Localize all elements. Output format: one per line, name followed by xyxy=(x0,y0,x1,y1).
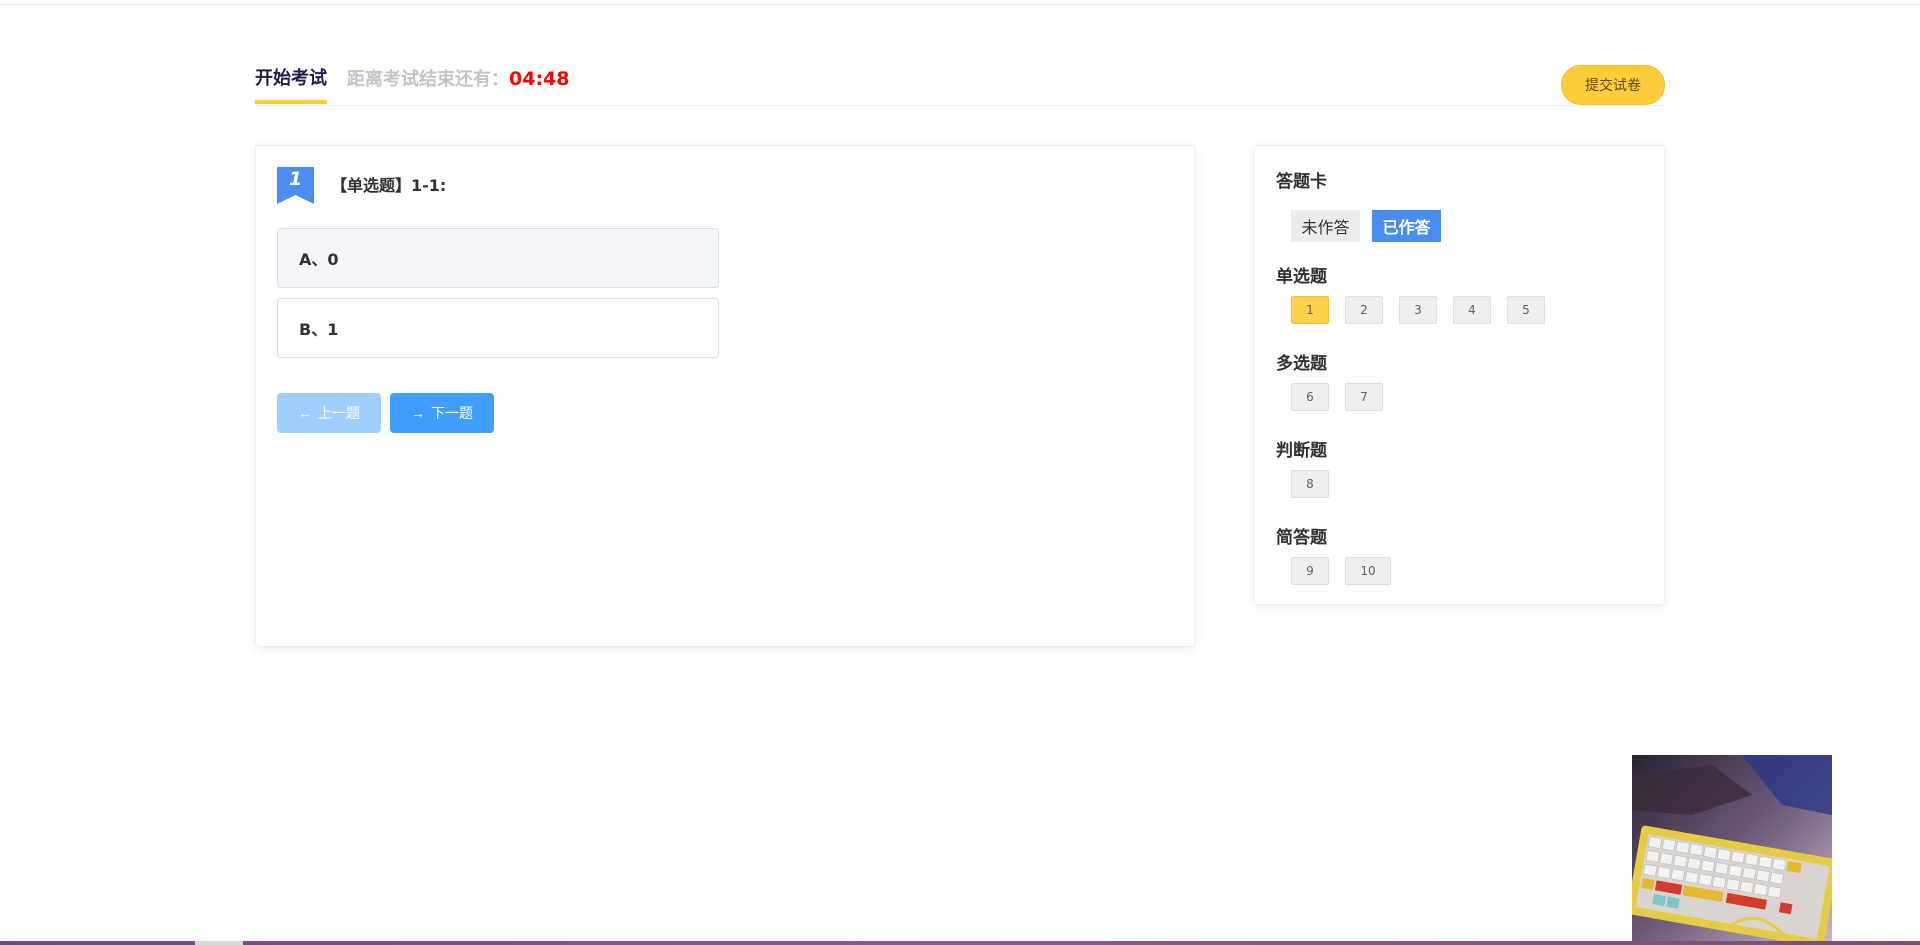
question-nav-4[interactable]: 4 xyxy=(1453,296,1491,324)
question-nav-3[interactable]: 3 xyxy=(1399,296,1437,324)
question-nav-5[interactable]: 5 xyxy=(1507,296,1545,324)
section-numbers-single: 1 2 3 4 5 xyxy=(1291,296,1545,324)
answer-card: 答题卡 未作答 已作答 单选题 1 2 3 4 5 多选题 6 7 判断题 8 … xyxy=(1254,145,1665,605)
countdown-time: 04:48 xyxy=(509,68,570,90)
question-panel: 1 【单选题】1-1: A、0 B、1 ← 上一题 → 下一题 xyxy=(255,145,1195,647)
arrow-right-icon: → xyxy=(411,405,425,421)
camera-preview xyxy=(1632,755,1832,945)
section-title-single: 单选题 xyxy=(1276,267,1327,287)
submit-exam-button[interactable]: 提交试卷 xyxy=(1561,65,1665,105)
section-numbers-multiple: 6 7 xyxy=(1291,383,1383,411)
exam-header: 开始考试 距离考试结束还有：04:48 提交试卷 xyxy=(255,62,1665,106)
question-nav-8[interactable]: 8 xyxy=(1291,470,1329,498)
question-nav-10[interactable]: 10 xyxy=(1345,557,1391,585)
arrow-left-icon: ← xyxy=(298,405,312,421)
question-nav-9[interactable]: 9 xyxy=(1291,557,1329,585)
prev-question-button[interactable]: ← 上一题 xyxy=(277,393,381,433)
webcam-image xyxy=(1632,755,1832,945)
question-number: 1 xyxy=(288,168,303,190)
option-b-label: B、1 xyxy=(299,320,339,339)
option-a[interactable]: A、0 xyxy=(277,228,719,288)
question-number-badge: 1 xyxy=(277,167,314,204)
countdown-prefix: 距离考试结束还有： xyxy=(347,69,509,90)
question-title: 【单选题】1-1: xyxy=(331,176,447,195)
question-nav-6[interactable]: 6 xyxy=(1291,383,1329,411)
next-question-label: 下一题 xyxy=(431,405,473,421)
question-nav-1[interactable]: 1 xyxy=(1291,296,1329,324)
section-title-judge: 判断题 xyxy=(1276,441,1327,461)
answer-card-title: 答题卡 xyxy=(1276,172,1327,192)
section-title-short-answer: 简答题 xyxy=(1276,528,1327,548)
legend-unanswered: 未作答 xyxy=(1291,210,1360,242)
taskbar-segment xyxy=(195,941,243,945)
top-border xyxy=(0,0,1920,5)
section-numbers-judge: 8 xyxy=(1291,470,1329,498)
option-b[interactable]: B、1 xyxy=(277,298,719,358)
tab-start-exam[interactable]: 开始考试 xyxy=(255,64,327,104)
question-nav-2[interactable]: 2 xyxy=(1345,296,1383,324)
section-title-multiple: 多选题 xyxy=(1276,354,1327,374)
countdown: 距离考试结束还有：04:48 xyxy=(347,64,569,95)
next-question-button[interactable]: → 下一题 xyxy=(390,393,494,433)
question-nav-7[interactable]: 7 xyxy=(1345,383,1383,411)
option-a-label: A、0 xyxy=(299,250,339,269)
section-numbers-short-answer: 9 10 xyxy=(1291,557,1391,585)
legend-answered: 已作答 xyxy=(1372,210,1441,242)
prev-question-label: 上一题 xyxy=(318,405,360,421)
taskbar-strip xyxy=(0,941,1920,945)
